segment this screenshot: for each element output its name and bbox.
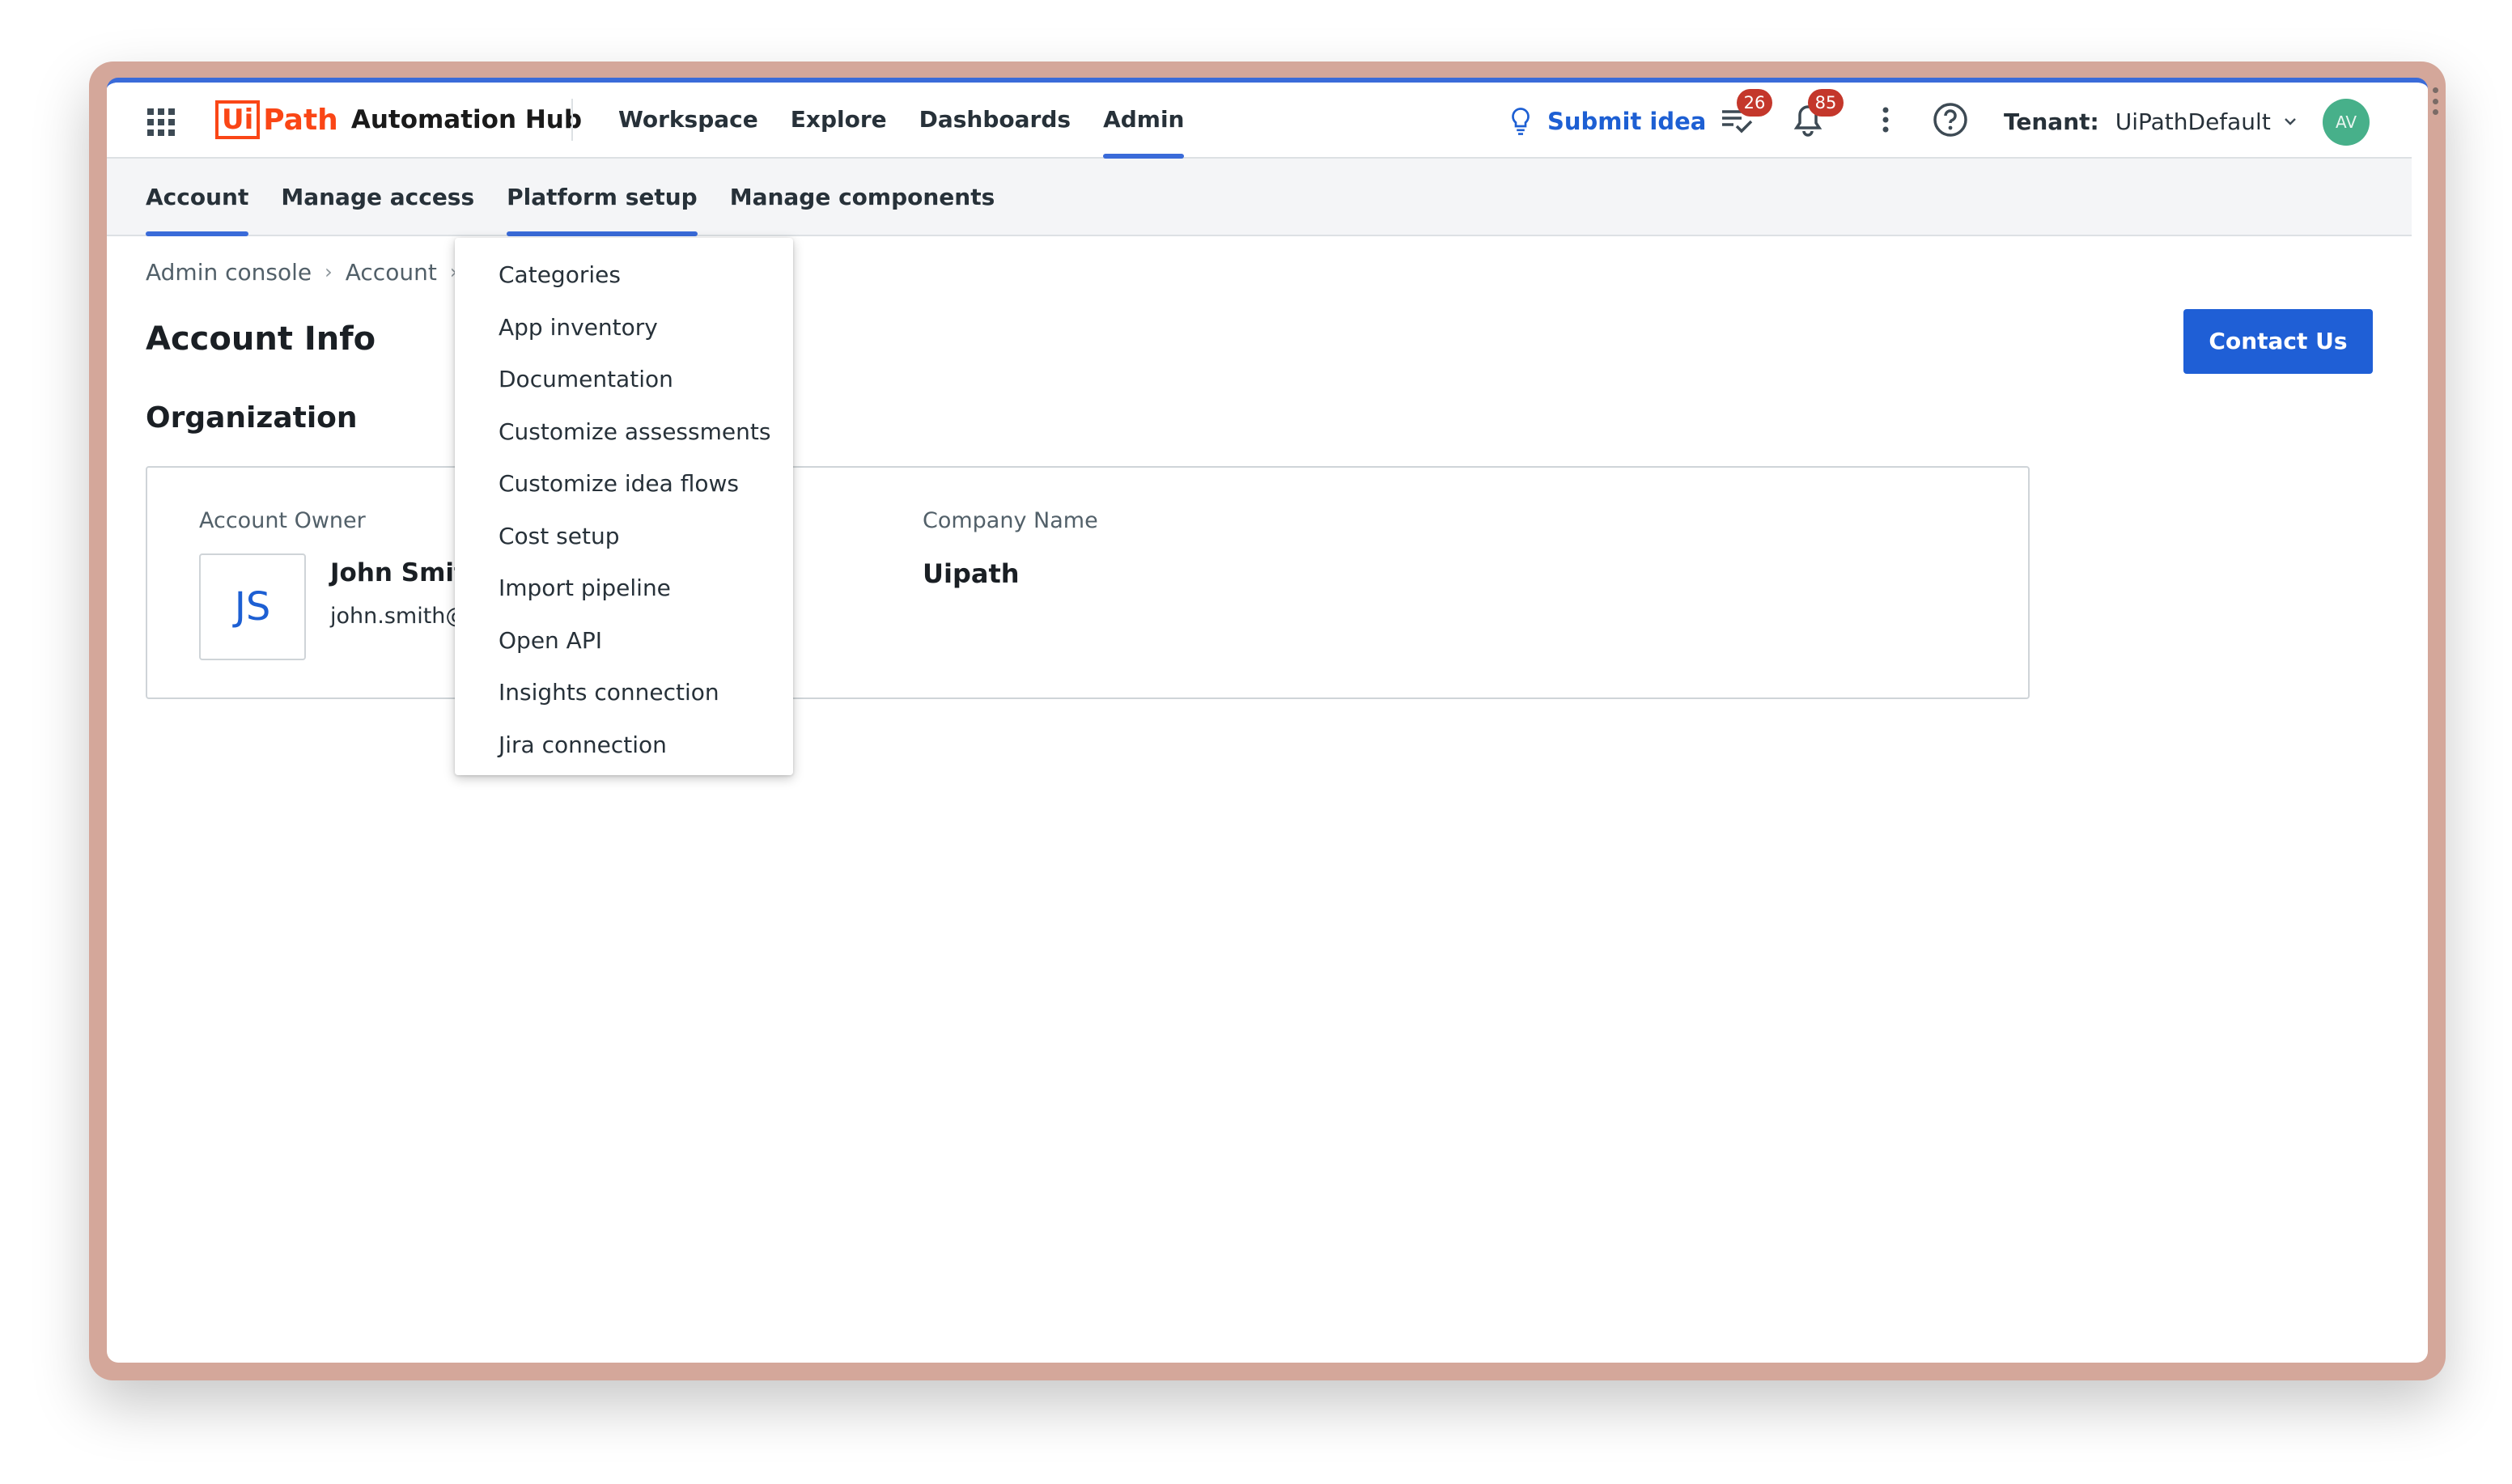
tab-manage-components[interactable]: Manage components bbox=[730, 159, 995, 236]
organization-card: Account Owner JS John Smit john.smith@ C… bbox=[146, 466, 2030, 699]
contact-us-button[interactable]: Contact Us bbox=[2183, 309, 2373, 374]
lightbulb-icon bbox=[1512, 108, 1530, 135]
nav-item-explore[interactable]: Explore bbox=[791, 83, 887, 159]
owner-name: John Smit bbox=[330, 558, 466, 587]
tab-manage-access[interactable]: Manage access bbox=[281, 159, 474, 236]
user-avatar[interactable]: AV bbox=[2323, 99, 2370, 146]
window-handle-icon[interactable] bbox=[2431, 87, 2439, 115]
owner-email: john.smith@ bbox=[330, 604, 468, 629]
nav-item-workspace[interactable]: Workspace bbox=[618, 83, 758, 159]
menu-item-documentation[interactable]: Documentation bbox=[455, 354, 793, 406]
menu-item-import-pipeline[interactable]: Import pipeline bbox=[455, 562, 793, 615]
breadcrumb: Admin console › Account › bbox=[146, 256, 470, 288]
platform-setup-menu: Categories App inventory Documentation C… bbox=[455, 238, 793, 775]
app-logo[interactable]: Ui Path Automation Hub bbox=[215, 99, 582, 141]
company-name-label: Company Name bbox=[923, 508, 1098, 533]
admin-subnav: Account Manage access Platform setup Man… bbox=[107, 159, 2412, 236]
tenant-selector[interactable]: Tenant: UiPathDefault bbox=[2004, 104, 2298, 139]
tab-account[interactable]: Account bbox=[146, 159, 249, 236]
tasks-button[interactable]: 26 bbox=[1717, 89, 1772, 139]
menu-item-categories[interactable]: Categories bbox=[455, 249, 793, 302]
breadcrumb-admin-console[interactable]: Admin console bbox=[146, 259, 312, 286]
header-divider bbox=[571, 99, 573, 141]
section-title: Organization bbox=[146, 401, 358, 435]
nav-item-dashboards[interactable]: Dashboards bbox=[919, 83, 1071, 159]
main-nav: Workspace Explore Dashboards Admin bbox=[618, 83, 1216, 159]
help-icon bbox=[1933, 103, 1967, 137]
menu-item-customize-idea-flows[interactable]: Customize idea flows bbox=[455, 458, 793, 511]
logo-path-text: Path bbox=[263, 103, 338, 137]
app-window: Ui Path Automation Hub Workspace Explore… bbox=[107, 78, 2428, 1363]
company-name: Uipath bbox=[923, 558, 1020, 589]
more-vertical-icon bbox=[1882, 107, 1889, 133]
tasks-badge: 26 bbox=[1737, 89, 1772, 117]
menu-item-open-api[interactable]: Open API bbox=[455, 615, 793, 668]
nav-item-admin[interactable]: Admin bbox=[1103, 83, 1185, 159]
menu-item-app-inventory[interactable]: App inventory bbox=[455, 302, 793, 354]
menu-item-jira-connection[interactable]: Jira connection bbox=[455, 719, 793, 772]
submit-idea-button[interactable]: Submit idea bbox=[1508, 102, 1706, 141]
logo-mark: Ui bbox=[215, 100, 261, 139]
top-header: Ui Path Automation Hub Workspace Explore… bbox=[107, 83, 2412, 159]
account-owner-label: Account Owner bbox=[199, 508, 366, 533]
menu-item-insights-connection[interactable]: Insights connection bbox=[455, 667, 793, 719]
chevron-down-icon bbox=[2284, 118, 2296, 125]
apps-grid-icon[interactable] bbox=[147, 108, 175, 136]
tab-platform-setup[interactable]: Platform setup bbox=[507, 159, 698, 236]
more-options-button[interactable] bbox=[1866, 100, 1905, 139]
tenant-value: UiPathDefault bbox=[2115, 108, 2271, 135]
menu-item-cost-setup[interactable]: Cost setup bbox=[455, 511, 793, 563]
help-button[interactable] bbox=[1931, 100, 1970, 139]
breadcrumb-account[interactable]: Account bbox=[346, 259, 437, 286]
notifications-button[interactable]: 85 bbox=[1789, 89, 1844, 139]
menu-item-customize-assessments[interactable]: Customize assessments bbox=[455, 406, 793, 459]
submit-idea-label: Submit idea bbox=[1547, 108, 1707, 135]
chevron-right-icon: › bbox=[325, 261, 333, 283]
tenant-label: Tenant: bbox=[2004, 108, 2099, 135]
product-name: Automation Hub bbox=[350, 105, 583, 134]
owner-avatar: JS bbox=[199, 553, 306, 660]
notifications-badge: 85 bbox=[1808, 89, 1844, 117]
page-title: Account Info bbox=[146, 320, 376, 358]
